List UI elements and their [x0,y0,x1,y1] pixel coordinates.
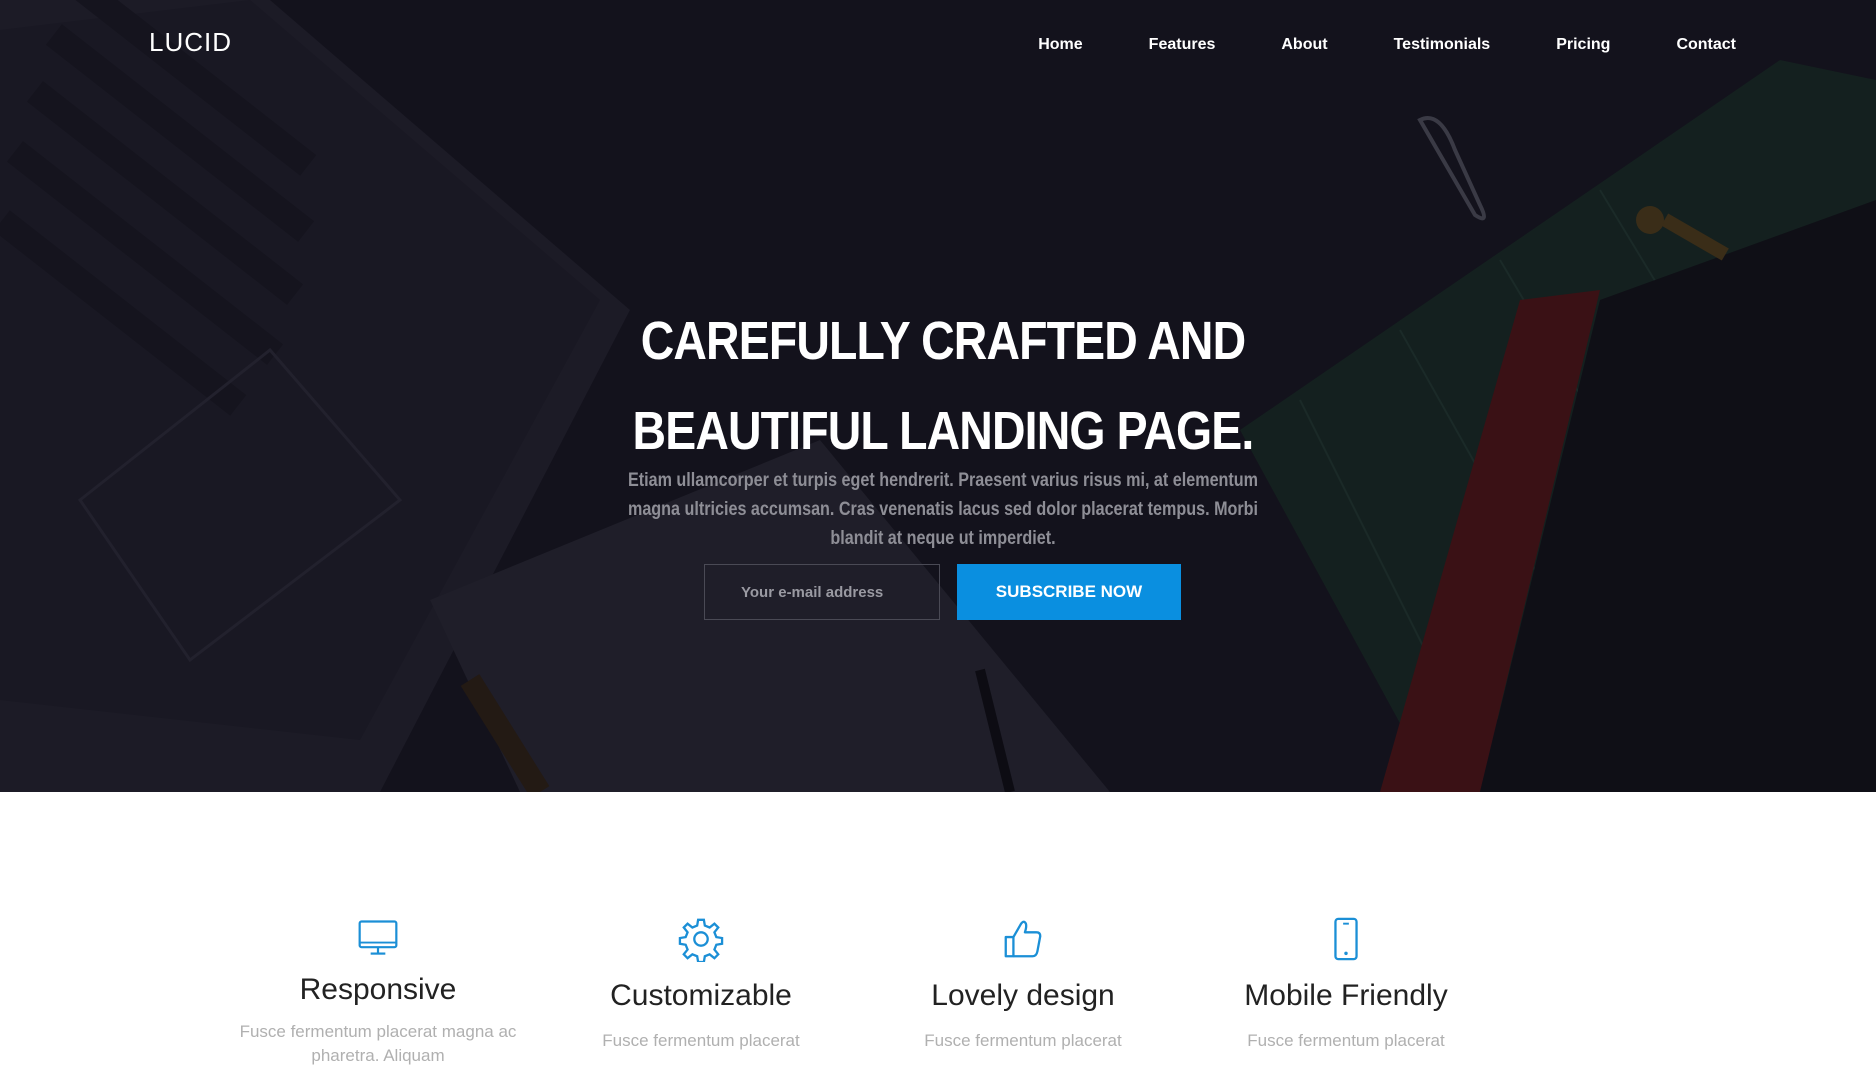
email-input[interactable] [704,564,940,620]
features-section: Responsive Fusce fermentum placerat magn… [0,792,1876,1073]
nav-pricing[interactable]: Pricing [1556,34,1610,56]
hero-title-line-1: CAREFULLY CRAFTED AND [640,311,1246,371]
feature-text: Fusce fermentum placerat [1247,1031,1445,1050]
hero-title-line-2: BEAUTIFUL LANDING PAGE. [632,401,1255,461]
nav-home[interactable]: Home [1038,34,1082,56]
gear-icon [678,918,724,962]
feature-title: Lovely design [931,979,1115,1012]
feature-lovely-design: Lovely design Fusce fermentum placerat [873,916,1173,1053]
feature-title: Responsive [299,973,457,1006]
feature-text: Fusce fermentum placerat [602,1031,800,1050]
nav-about[interactable]: About [1281,34,1327,56]
feature-responsive: Responsive Fusce fermentum placerat magn… [228,916,528,1068]
nav-testimonials[interactable]: Testimonials [1394,34,1491,56]
nav-contact[interactable]: Contact [1676,34,1736,56]
feature-text: Fusce fermentum placerat magna ac pharet… [239,1022,517,1065]
feature-customizable: Customizable Fusce fermentum placerat [551,916,851,1053]
feature-title: Mobile Friendly [1244,979,1448,1012]
thumbs-up-icon [1004,920,1042,958]
feature-mobile-friendly: Mobile Friendly Fusce fermentum placerat [1196,916,1496,1053]
subscribe-form: SUBSCRIBE NOW [704,564,1181,620]
nav-features[interactable]: Features [1149,34,1216,56]
monitor-icon [358,920,398,955]
hero-title: CAREFULLY CRAFTED AND BEAUTIFUL LANDING … [132,296,1754,476]
smartphone-icon [1334,917,1358,961]
logo[interactable]: LUCID [149,27,232,58]
hero-subtitle: Etiam ullamcorper et turpis eget hendrer… [627,470,1259,549]
hero-section: LUCID Home Features About Testimonials P… [0,0,1876,792]
subscribe-button[interactable]: SUBSCRIBE NOW [957,564,1181,620]
main-nav: Home Features About Testimonials Pricing… [972,34,1736,56]
feature-title: Customizable [610,979,792,1012]
feature-text: Fusce fermentum placerat [924,1031,1122,1050]
